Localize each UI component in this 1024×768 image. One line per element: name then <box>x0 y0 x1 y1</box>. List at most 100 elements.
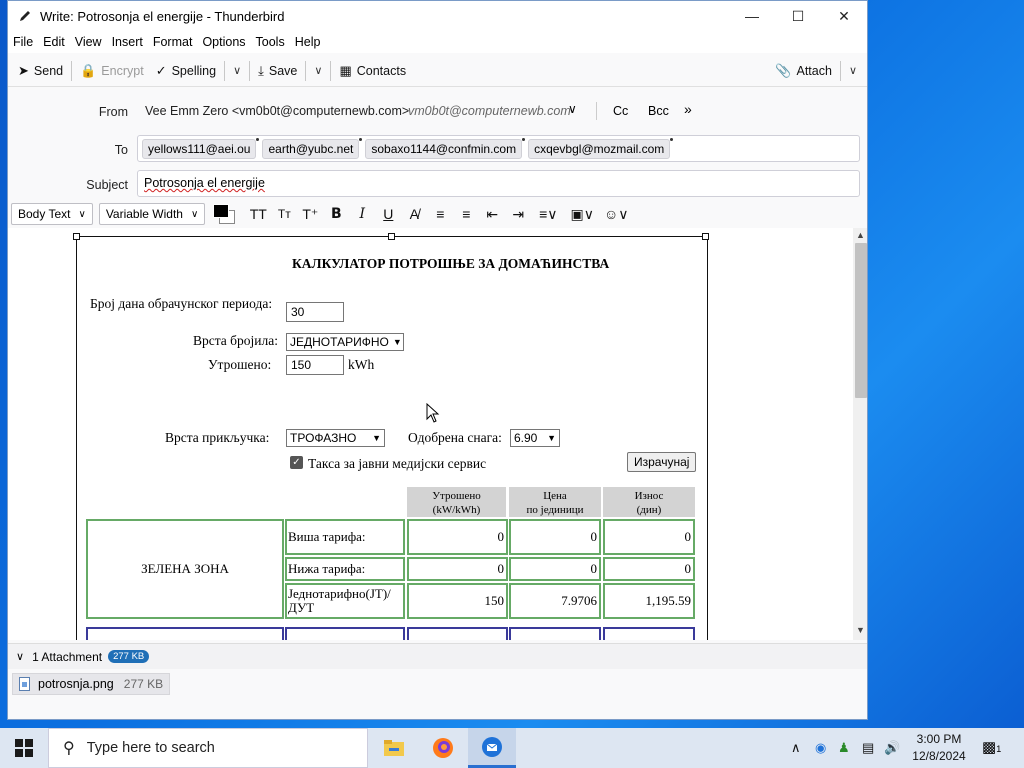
recipient-pill[interactable]: cxqevbgl@mozmail.com <box>528 137 674 159</box>
more-recipients-icon[interactable]: » <box>684 101 692 117</box>
attachment-item[interactable]: potrosnja.png 277 KB <box>12 673 171 695</box>
paragraph-style-select[interactable]: Body Text ∨ <box>11 203 93 225</box>
align-icon[interactable]: ≡∨ <box>531 202 565 226</box>
people-icon[interactable]: ♟ <box>838 740 850 756</box>
thunderbird-button[interactable] <box>468 728 516 768</box>
indent-icon[interactable]: ⇥ <box>505 202 531 226</box>
pencil-icon <box>20 11 30 21</box>
font-select[interactable]: Variable Width ∨ <box>98 203 206 225</box>
scroll-thumb[interactable] <box>855 243 867 398</box>
menu-insert[interactable]: Insert <box>112 35 143 49</box>
menu-file[interactable]: File <box>13 35 33 49</box>
row-label: Једнотарифно(ЈТ)/ДУТ <box>285 583 405 619</box>
close-button[interactable]: ✕ <box>821 1 867 31</box>
foreground-color-swatch[interactable] <box>213 204 230 218</box>
resize-handle[interactable] <box>702 233 709 240</box>
underline-icon[interactable]: U <box>375 202 401 226</box>
menu-format[interactable]: Format <box>153 35 193 49</box>
attachment-size-badge: 277 KB <box>108 650 150 663</box>
text-color-picker[interactable] <box>211 203 237 225</box>
network-icon[interactable]: ▤ <box>862 740 874 756</box>
message-body-editor[interactable]: КАЛКУЛАТОР ПОТРОШЊЕ ЗА ДОМАЋИНСТВА Број … <box>8 228 853 640</box>
toolbar-divider <box>71 60 73 81</box>
firefox-button[interactable] <box>419 728 467 768</box>
clock[interactable]: 3:00 PM 12/8/2024 <box>903 731 975 765</box>
header-consumed: Утрошено (kW/kWh) <box>407 487 506 517</box>
encrypt-label: Encrypt <box>101 63 144 78</box>
spelling-button[interactable]: ✓ Spelling <box>150 58 222 84</box>
encrypt-button[interactable]: 🔒 Encrypt <box>74 58 150 84</box>
text-style-icon[interactable]: T⁺ <box>297 202 323 226</box>
font-value: Variable Width <box>105 207 183 221</box>
compose-toolbar: ➤ Send 🔒 Encrypt ✓ Spelling ∨ ⤓ Save ∨ ▦… <box>8 55 867 87</box>
clock-date: 12/8/2024 <box>912 749 966 763</box>
insert-image-icon[interactable]: ▣∨ <box>565 202 599 226</box>
attachment-bar[interactable]: ∨ 1 Attachment 277 KB <box>8 643 867 669</box>
emoji-icon[interactable]: ☺∨ <box>599 202 633 226</box>
bullet-list-icon[interactable]: ≡ <box>427 202 453 226</box>
maximize-button[interactable]: ☐ <box>775 1 821 31</box>
row-label: Виша тарифа: <box>285 519 405 555</box>
spelling-dropdown-icon[interactable]: ∨ <box>227 64 247 77</box>
header-line: по јединици <box>526 504 584 516</box>
contacts-label: Contacts <box>356 63 407 78</box>
to-field[interactable]: yellows111@aei.ou earth@yubc.net sobaxo1… <box>137 135 860 162</box>
toolbar-divider <box>224 60 226 81</box>
chevron-down-icon[interactable]: ∨ <box>568 102 577 116</box>
smaller-text-icon[interactable]: ТT <box>245 202 271 226</box>
chevron-down-icon: ∨ <box>190 208 199 220</box>
attachment-size: 277 KB <box>123 677 164 691</box>
italic-icon[interactable]: I <box>349 202 375 226</box>
mouse-cursor-icon <box>426 403 440 423</box>
meter-select: ЈЕДНОТАРИФНО ▼ <box>286 333 404 351</box>
cell-price: 7.9706 <box>509 583 601 619</box>
cell-consumed: 150 <box>407 583 508 619</box>
editor-scrollbar[interactable]: ▲ ▼ <box>853 228 867 640</box>
from-label: From <box>98 105 128 119</box>
cc-button[interactable]: Cc <box>613 104 628 118</box>
bcc-button[interactable]: Bcc <box>648 104 669 118</box>
save-dropdown-icon[interactable]: ∨ <box>308 64 328 77</box>
thunderbird-tray-icon[interactable]: ◉ <box>815 740 826 756</box>
message-header: From Vee Emm Zero <vm0b0t@computernewb.c… <box>8 88 867 200</box>
resize-handle[interactable] <box>73 233 80 240</box>
attach-button[interactable]: 📎 Attach <box>769 58 838 84</box>
recipient-pill[interactable]: yellows111@aei.ou <box>142 137 260 159</box>
search-icon: ⚲ <box>63 740 75 757</box>
send-button[interactable]: ➤ Send <box>12 58 69 84</box>
save-button[interactable]: ⤓ Save <box>252 58 303 84</box>
larger-text-icon[interactable]: Tт <box>271 202 297 226</box>
volume-icon[interactable]: 🔊 <box>884 740 900 756</box>
start-button[interactable] <box>0 728 48 768</box>
from-select[interactable]: Vee Emm Zero <vm0b0t@computernewb.com> <box>145 104 409 118</box>
menu-help[interactable]: Help <box>295 35 321 49</box>
numbered-list-icon[interactable]: ≡ <box>453 202 479 226</box>
next-zone-cell <box>407 627 508 640</box>
menu-tools[interactable]: Tools <box>256 35 285 49</box>
taskbar-search[interactable]: ⚲ Type here to search <box>48 728 368 768</box>
scroll-up-icon[interactable]: ▲ <box>856 230 865 240</box>
subject-input[interactable]: Potrosonja el energije <box>137 170 860 197</box>
remove-formatting-icon[interactable]: A̸ <box>401 202 427 226</box>
chevron-up-icon[interactable]: ∧ <box>791 740 801 756</box>
notification-icon[interactable]: ▩1 <box>982 738 1001 756</box>
outdent-icon[interactable]: ⇤ <box>479 202 505 226</box>
menu-view[interactable]: View <box>75 35 102 49</box>
bold-icon[interactable]: B <box>323 202 349 226</box>
recipient-pill[interactable]: sobaxo1144@confmin.com <box>365 137 525 159</box>
minimize-button[interactable]: — <box>729 1 775 31</box>
embedded-image[interactable]: КАЛКУЛАТОР ПОТРОШЊЕ ЗА ДОМАЋИНСТВА Број … <box>73 233 709 640</box>
from-alias-input[interactable]: vm0b0t@computernewb.com <box>408 104 571 118</box>
file-explorer-button[interactable] <box>370 728 418 768</box>
send-label: Send <box>33 63 64 78</box>
chevron-down-icon: ∨ <box>78 208 86 220</box>
contacts-button[interactable]: ▦ Contacts <box>333 58 412 84</box>
attach-dropdown-icon[interactable]: ∨ <box>843 64 863 77</box>
chevron-down-icon[interactable]: ∨ <box>16 650 24 663</box>
scroll-down-icon[interactable]: ▼ <box>856 625 865 635</box>
spelling-label: Spelling <box>171 63 217 78</box>
resize-handle[interactable] <box>388 233 395 240</box>
menu-edit[interactable]: Edit <box>43 35 65 49</box>
recipient-pill[interactable]: earth@yubc.net <box>262 137 363 159</box>
menu-options[interactable]: Options <box>202 35 245 49</box>
